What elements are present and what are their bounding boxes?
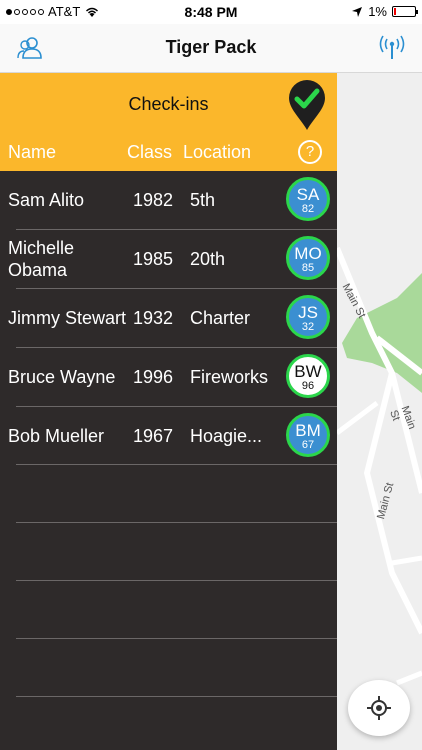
- checkin-location: 5th: [190, 189, 216, 210]
- battery-percent: 1%: [368, 4, 387, 19]
- checkin-class: 1985: [133, 248, 174, 269]
- checkin-class: 1996: [133, 366, 174, 387]
- page-title: Tiger Pack: [165, 37, 257, 57]
- member-badge[interactable]: BM 67: [286, 413, 330, 457]
- checkin-row[interactable]: Sam Alito 1982 5th SA 82: [0, 171, 337, 229]
- checkins-header: Check-ins Name Class Location ?: [0, 73, 337, 171]
- row-divider: [16, 464, 337, 465]
- checkin-row[interactable]: Bob Mueller 1967 Hoagie... BM 67: [0, 407, 337, 465]
- checkin-name: Bob Mueller: [8, 426, 105, 446]
- checkin-location: Charter: [190, 307, 251, 328]
- checkin-location: Hoagie...: [190, 425, 263, 446]
- checkin-class: 1932: [133, 307, 174, 328]
- broadcast-button[interactable]: [378, 34, 406, 62]
- badge-number: 82: [301, 203, 315, 215]
- checkins-panel: Check-ins Name Class Location ? Sam Alit…: [0, 73, 337, 750]
- row-divider: [16, 580, 337, 581]
- member-badge[interactable]: BW 96: [286, 354, 330, 398]
- battery-icon: [392, 6, 418, 17]
- row-divider: [16, 638, 337, 639]
- question-circle-icon[interactable]: ?: [298, 140, 322, 164]
- checkin-name: Jimmy Stewart: [8, 308, 127, 328]
- map-view[interactable]: Main St Main St Main St: [337, 73, 422, 750]
- column-header-location[interactable]: Location: [183, 142, 251, 163]
- member-badge[interactable]: JS 32: [286, 295, 330, 339]
- row-divider: [16, 696, 337, 697]
- row-divider: [16, 522, 337, 523]
- location-arrow-icon: [352, 6, 363, 17]
- checkin-name: Michelle Obama: [8, 238, 75, 280]
- checkin-name: Sam Alito: [8, 190, 85, 210]
- locate-me-button[interactable]: [348, 680, 410, 736]
- checkin-row[interactable]: Bruce Wayne 1996 Fireworks BW 96: [0, 348, 337, 406]
- badge-number: 96: [301, 380, 315, 392]
- member-badge[interactable]: MO 85: [286, 236, 330, 280]
- checkin-location: Fireworks: [190, 366, 269, 387]
- checkin-name: Bruce Wayne: [8, 367, 116, 387]
- badge-initials: MO: [294, 244, 322, 263]
- badge-initials: BM: [295, 421, 321, 440]
- checkin-row[interactable]: Jimmy Stewart 1932 Charter JS 32: [0, 289, 337, 347]
- column-header-name[interactable]: Name: [8, 142, 56, 163]
- member-badge[interactable]: SA 82: [286, 177, 330, 221]
- antenna-icon: [379, 35, 405, 59]
- status-bar: AT&T 8:48 PM 1%: [0, 0, 422, 24]
- nav-bar: Tiger Pack: [0, 24, 422, 73]
- checkin-location: 20th: [190, 248, 226, 269]
- badge-initials: BW: [294, 362, 322, 381]
- badge-initials: SA: [296, 185, 320, 204]
- checkin-class: 1967: [133, 425, 174, 446]
- crosshair-locate-icon: [367, 696, 391, 720]
- checkin-class: 1982: [133, 189, 174, 210]
- column-header-class[interactable]: Class: [127, 142, 172, 163]
- badge-number: 67: [301, 439, 315, 451]
- badge-initials: JS: [298, 303, 318, 322]
- checkin-row[interactable]: Michelle Obama 1985 20th MO 85: [0, 230, 337, 288]
- badge-number: 32: [301, 321, 315, 333]
- checkmark-pin-icon[interactable]: [287, 79, 327, 131]
- badge-number: 85: [301, 262, 315, 274]
